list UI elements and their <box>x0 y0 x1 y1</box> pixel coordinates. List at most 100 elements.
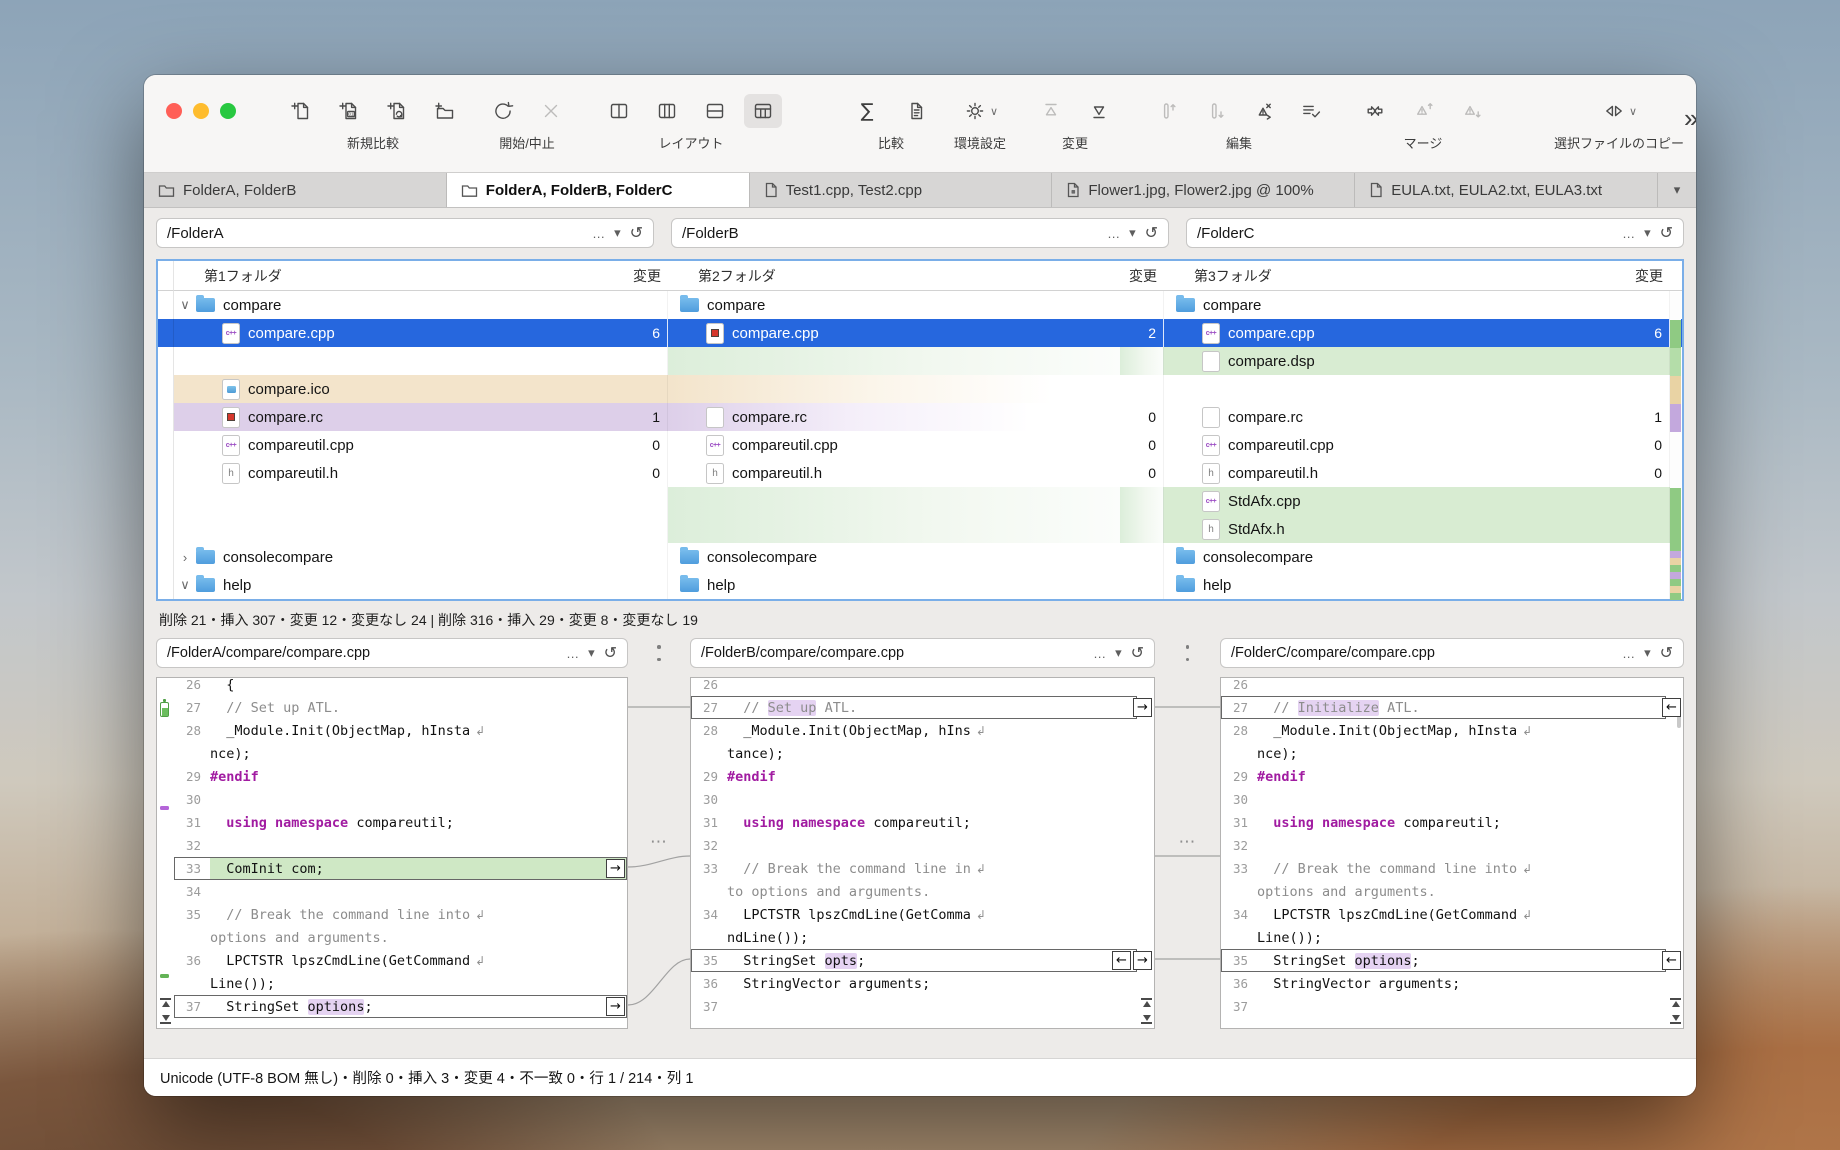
tab-foldera[interactable]: FolderA, FolderB <box>144 173 447 207</box>
more-options-button[interactable]: … <box>1622 226 1635 241</box>
chevron-down-icon[interactable]: ▾ <box>614 225 621 241</box>
splitter-grip[interactable] <box>1186 645 1190 661</box>
folder-stats: 削除 21・挿入 307・変更 12・変更なし 24 | 削除 316・挿入 2… <box>156 601 1684 638</box>
expander-icon[interactable]: ∨ <box>174 577 196 593</box>
cpp-file-icon <box>222 435 240 456</box>
chevron-down-icon[interactable]: ▾ <box>1644 225 1651 241</box>
tab-overflow-button[interactable]: ▾ <box>1658 173 1696 207</box>
ico-file-icon <box>222 379 240 400</box>
refresh-button[interactable] <box>484 94 522 128</box>
merge-up-button[interactable] <box>1404 94 1442 128</box>
tree-item-label: compare.rc <box>1228 409 1303 426</box>
more-options-button[interactable]: … <box>1093 646 1106 661</box>
cancel-button[interactable] <box>532 94 570 128</box>
new-binary-compare-button[interactable]: 01 <box>330 94 368 128</box>
first-difference-button[interactable] <box>1141 998 1152 1007</box>
tree-column-header[interactable]: 第3フォルダ <box>1164 261 1625 291</box>
tab-test1.cpp[interactable]: Test1.cpp, Test2.cpp <box>750 173 1053 207</box>
tree-item-label: compare.dsp <box>1228 353 1315 370</box>
next-change-button[interactable] <box>1080 94 1118 128</box>
file-path-input-3[interactable]: /FolderC/compare/compare.cpp…▾↺ <box>1220 638 1684 668</box>
toolbar-overflow-button[interactable]: » <box>1684 91 1696 134</box>
line-number <box>691 880 727 903</box>
last-difference-button[interactable] <box>160 1015 171 1024</box>
gear-button[interactable]: ∨ <box>961 94 999 128</box>
tree-column-header[interactable]: 第1フォルダ <box>174 261 624 291</box>
file-pane-right[interactable]: 2627 // Initialize ATL.←28 _Module.Init(… <box>1220 677 1684 1029</box>
folder-path-input-3[interactable]: /FolderC…▾↺ <box>1186 218 1684 248</box>
code-line: 31 using namespace compareutil; <box>1221 811 1666 834</box>
chevron-down-icon[interactable]: ▾ <box>1129 225 1136 241</box>
first-difference-button[interactable] <box>1670 998 1681 1007</box>
file-path-input-1[interactable]: /FolderA/compare/compare.cpp…▾↺ <box>156 638 628 668</box>
history-icon[interactable]: ↺ <box>1660 223 1673 243</box>
splitter-grip[interactable] <box>657 645 661 661</box>
sigma-button[interactable]: ∑ <box>848 94 886 128</box>
layout-three-panes-button[interactable] <box>744 94 782 128</box>
code-line: 26 { <box>174 677 627 696</box>
first-difference-button[interactable] <box>160 998 171 1007</box>
last-difference-button[interactable] <box>1670 1015 1681 1024</box>
layout-three-columns-button[interactable] <box>648 94 686 128</box>
chevron-down-icon[interactable]: ▾ <box>1644 645 1651 661</box>
rc-file-icon <box>706 323 724 344</box>
shift-up-button[interactable] <box>1148 94 1186 128</box>
file-pane-left[interactable]: 26 {27 // Set up ATL.28 _Module.Init(Obj… <box>156 677 628 1029</box>
collapsed-region-indicator[interactable]: ⋯ <box>1155 832 1220 852</box>
merge-right-button[interactable]: → <box>606 997 625 1016</box>
history-icon[interactable]: ↺ <box>1131 643 1144 663</box>
more-options-button[interactable]: … <box>1107 226 1120 241</box>
merge-button[interactable] <box>1356 94 1394 128</box>
line-number: 34 <box>691 903 727 926</box>
chevron-down-icon[interactable]: ▾ <box>588 645 595 661</box>
folder-path-input-1[interactable]: /FolderA…▾↺ <box>156 218 654 248</box>
ignore-error-button[interactable] <box>1244 94 1282 128</box>
layout-two-columns-button[interactable] <box>600 94 638 128</box>
merge-down-button[interactable] <box>1452 94 1490 128</box>
new-refreshed-compare-button[interactable] <box>378 94 416 128</box>
first-change-button[interactable] <box>1032 94 1070 128</box>
tree-column-header[interactable]: 第2フォルダ <box>668 261 1120 291</box>
expander-icon[interactable]: ∨ <box>174 297 196 313</box>
tab-foldera[interactable]: FolderA, FolderB, FolderC <box>447 173 750 207</box>
history-icon[interactable]: ↺ <box>604 643 617 663</box>
merge-right-button[interactable]: → <box>1133 951 1152 970</box>
layout-two-rows-button[interactable] <box>696 94 734 128</box>
h-file-icon <box>706 463 724 484</box>
shift-down-button[interactable] <box>1196 94 1234 128</box>
merge-left-button[interactable]: ← <box>1662 951 1681 970</box>
change-column-header[interactable]: 変更 <box>1120 261 1164 291</box>
folder-icon <box>1176 578 1195 592</box>
validate-list-button[interactable] <box>1292 94 1330 128</box>
merge-right-button[interactable]: → <box>1133 698 1152 717</box>
close-window-button[interactable] <box>166 103 182 119</box>
change-column-header[interactable]: 変更 <box>1625 261 1670 291</box>
file-path-input-2[interactable]: /FolderB/compare/compare.cpp…▾↺ <box>690 638 1155 668</box>
minimize-window-button[interactable] <box>193 103 209 119</box>
merge-left-button[interactable]: ← <box>1112 951 1131 970</box>
new-folder-compare-button[interactable] <box>426 94 464 128</box>
chevron-down-icon[interactable]: ▾ <box>1115 645 1122 661</box>
more-options-button[interactable]: … <box>1622 646 1635 661</box>
tree-item-label: compareutil.cpp <box>732 437 838 454</box>
merge-left-button[interactable]: ← <box>1662 698 1681 717</box>
copy-selected-files-button[interactable]: ∨ <box>1600 94 1638 128</box>
last-difference-button[interactable] <box>1141 1015 1152 1024</box>
more-options-button[interactable]: … <box>566 646 579 661</box>
history-icon[interactable]: ↺ <box>630 223 643 243</box>
report-button[interactable] <box>896 94 934 128</box>
line-number: 27 <box>174 696 210 719</box>
zoom-window-button[interactable] <box>220 103 236 119</box>
file-pane-middle[interactable]: 2627 // Set up ATL.→28 _Module.Init(Obje… <box>690 677 1155 1029</box>
tab-flower1.jpg[interactable]: Flower1.jpg, Flower2.jpg @ 100% <box>1052 173 1355 207</box>
history-icon[interactable]: ↺ <box>1660 643 1673 663</box>
more-options-button[interactable]: … <box>592 226 605 241</box>
collapsed-region-indicator[interactable]: ⋯ <box>628 832 690 852</box>
folder-path-input-2[interactable]: /FolderB…▾↺ <box>671 218 1169 248</box>
new-file-button[interactable] <box>282 94 320 128</box>
change-column-header[interactable]: 変更 <box>624 261 668 291</box>
expander-icon[interactable]: › <box>174 550 196 565</box>
history-icon[interactable]: ↺ <box>1145 223 1158 243</box>
tab-eula.txt[interactable]: EULA.txt, EULA2.txt, EULA3.txt <box>1355 173 1658 207</box>
merge-right-button[interactable]: → <box>606 859 625 878</box>
